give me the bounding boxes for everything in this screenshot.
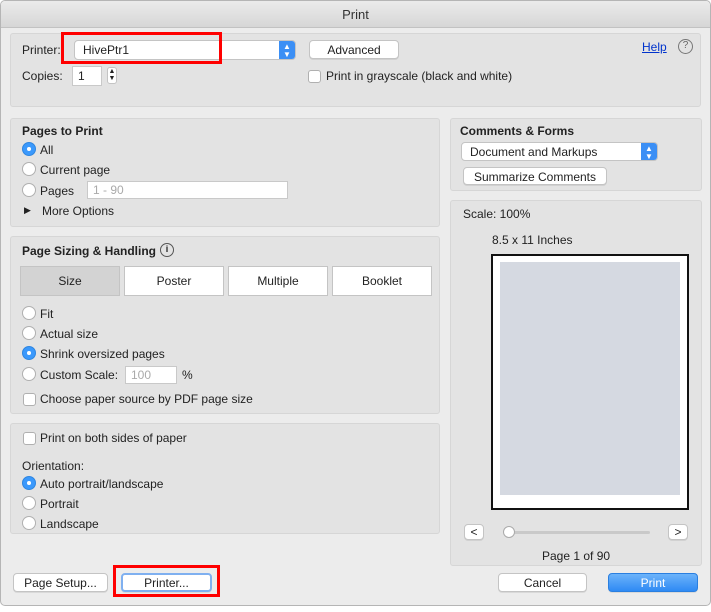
paper-source-label: Choose paper source by PDF page size — [40, 392, 253, 406]
shrink-radio[interactable] — [22, 346, 36, 360]
grayscale-checkbox[interactable] — [308, 70, 321, 83]
pages-panel: Pages to Print All Current page Pages 1 … — [10, 118, 440, 227]
cancel-button[interactable]: Cancel — [498, 573, 587, 592]
pages-radio[interactable] — [22, 183, 36, 197]
grayscale-label: Print in grayscale (black and white) — [326, 69, 513, 83]
prev-page-button[interactable]: < — [464, 524, 484, 540]
current-page-radio[interactable] — [22, 162, 36, 176]
tab-size[interactable]: Size — [20, 266, 120, 296]
chevron-updown-icon: ▲ ▼ — [279, 41, 295, 59]
page-preview — [491, 254, 689, 510]
copies-label: Copies: — [22, 69, 63, 83]
disclosure-triangle-icon[interactable]: ▶ — [24, 205, 31, 216]
pages-title: Pages to Print — [22, 124, 103, 138]
slider-thumb[interactable] — [503, 526, 515, 538]
current-page-label: Current page — [40, 163, 111, 177]
custom-scale-input[interactable]: 100 — [125, 366, 177, 384]
copies-input[interactable]: 1 — [72, 66, 102, 86]
next-page-button[interactable]: > — [668, 524, 688, 540]
page-content-area — [500, 262, 680, 495]
landscape-label: Landscape — [40, 517, 99, 531]
dialog-title: Print — [1, 1, 710, 28]
sizing-title: Page Sizing & Handling — [22, 244, 157, 258]
chevron-updown-icon: ▲ ▼ — [641, 143, 657, 161]
orientation-label: Orientation: — [22, 459, 85, 473]
paper-source-checkbox[interactable] — [23, 393, 36, 406]
page-indicator: Page 1 of 90 — [542, 549, 611, 563]
actual-size-label: Actual size — [40, 327, 99, 341]
comments-title: Comments & Forms — [460, 124, 575, 138]
paper-size-label: 8.5 x 11 Inches — [492, 233, 573, 247]
landscape-radio[interactable] — [22, 516, 36, 530]
portrait-label: Portrait — [40, 497, 79, 511]
printer-label: Printer: — [22, 43, 61, 57]
help-link[interactable]: Help — [642, 40, 667, 54]
duplex-panel: Print on both sides of paper Orientation… — [10, 423, 440, 534]
both-sides-checkbox[interactable] — [23, 432, 36, 445]
printer-highlight — [61, 32, 222, 64]
print-button[interactable]: Print — [608, 573, 698, 592]
auto-orientation-radio[interactable] — [22, 476, 36, 490]
scale-label: Scale: 100% — [463, 207, 531, 221]
print-dialog: Print Printer: HivePtr1 ▲ ▼ Advanced Help … — [0, 0, 711, 606]
comments-select[interactable]: Document and Markups ▲ ▼ — [461, 142, 658, 161]
fit-label: Fit — [40, 307, 54, 321]
tab-poster[interactable]: Poster — [124, 266, 224, 296]
printer-button-highlight — [113, 565, 220, 597]
summarize-comments-button[interactable]: Summarize Comments — [463, 167, 607, 185]
sizing-panel: Page Sizing & Handling i Size Poster Mul… — [10, 236, 440, 414]
all-radio[interactable] — [22, 142, 36, 156]
custom-scale-label: Custom Scale: — [40, 368, 119, 382]
page-slider[interactable] — [503, 526, 650, 538]
tab-multiple[interactable]: Multiple — [228, 266, 328, 296]
advanced-button[interactable]: Advanced — [309, 40, 399, 59]
comments-value: Document and Markups — [470, 145, 598, 159]
shrink-label: Shrink oversized pages — [40, 347, 165, 361]
more-options-toggle[interactable]: More Options — [42, 204, 114, 218]
copies-stepper[interactable]: ▲ ▼ — [107, 67, 117, 84]
preview-panel: Scale: 100% 8.5 x 11 Inches < > Page 1 o… — [450, 200, 702, 566]
comments-panel: Comments & Forms Document and Markups ▲ ▼ … — [450, 118, 702, 191]
info-icon[interactable]: i — [160, 243, 174, 257]
fit-radio[interactable] — [22, 306, 36, 320]
auto-orientation-label: Auto portrait/landscape — [40, 477, 164, 491]
page-setup-button[interactable]: Page Setup... — [13, 573, 108, 592]
help-icon[interactable]: ? — [678, 39, 693, 54]
actual-size-radio[interactable] — [22, 326, 36, 340]
tab-booklet[interactable]: Booklet — [332, 266, 432, 296]
percent-label: % — [182, 368, 193, 382]
page-range-input[interactable]: 1 - 90 — [87, 181, 288, 199]
all-label: All — [40, 143, 54, 157]
both-sides-label: Print on both sides of paper — [40, 431, 187, 445]
custom-scale-radio[interactable] — [22, 367, 36, 381]
pages-label: Pages — [40, 184, 75, 198]
portrait-radio[interactable] — [22, 496, 36, 510]
